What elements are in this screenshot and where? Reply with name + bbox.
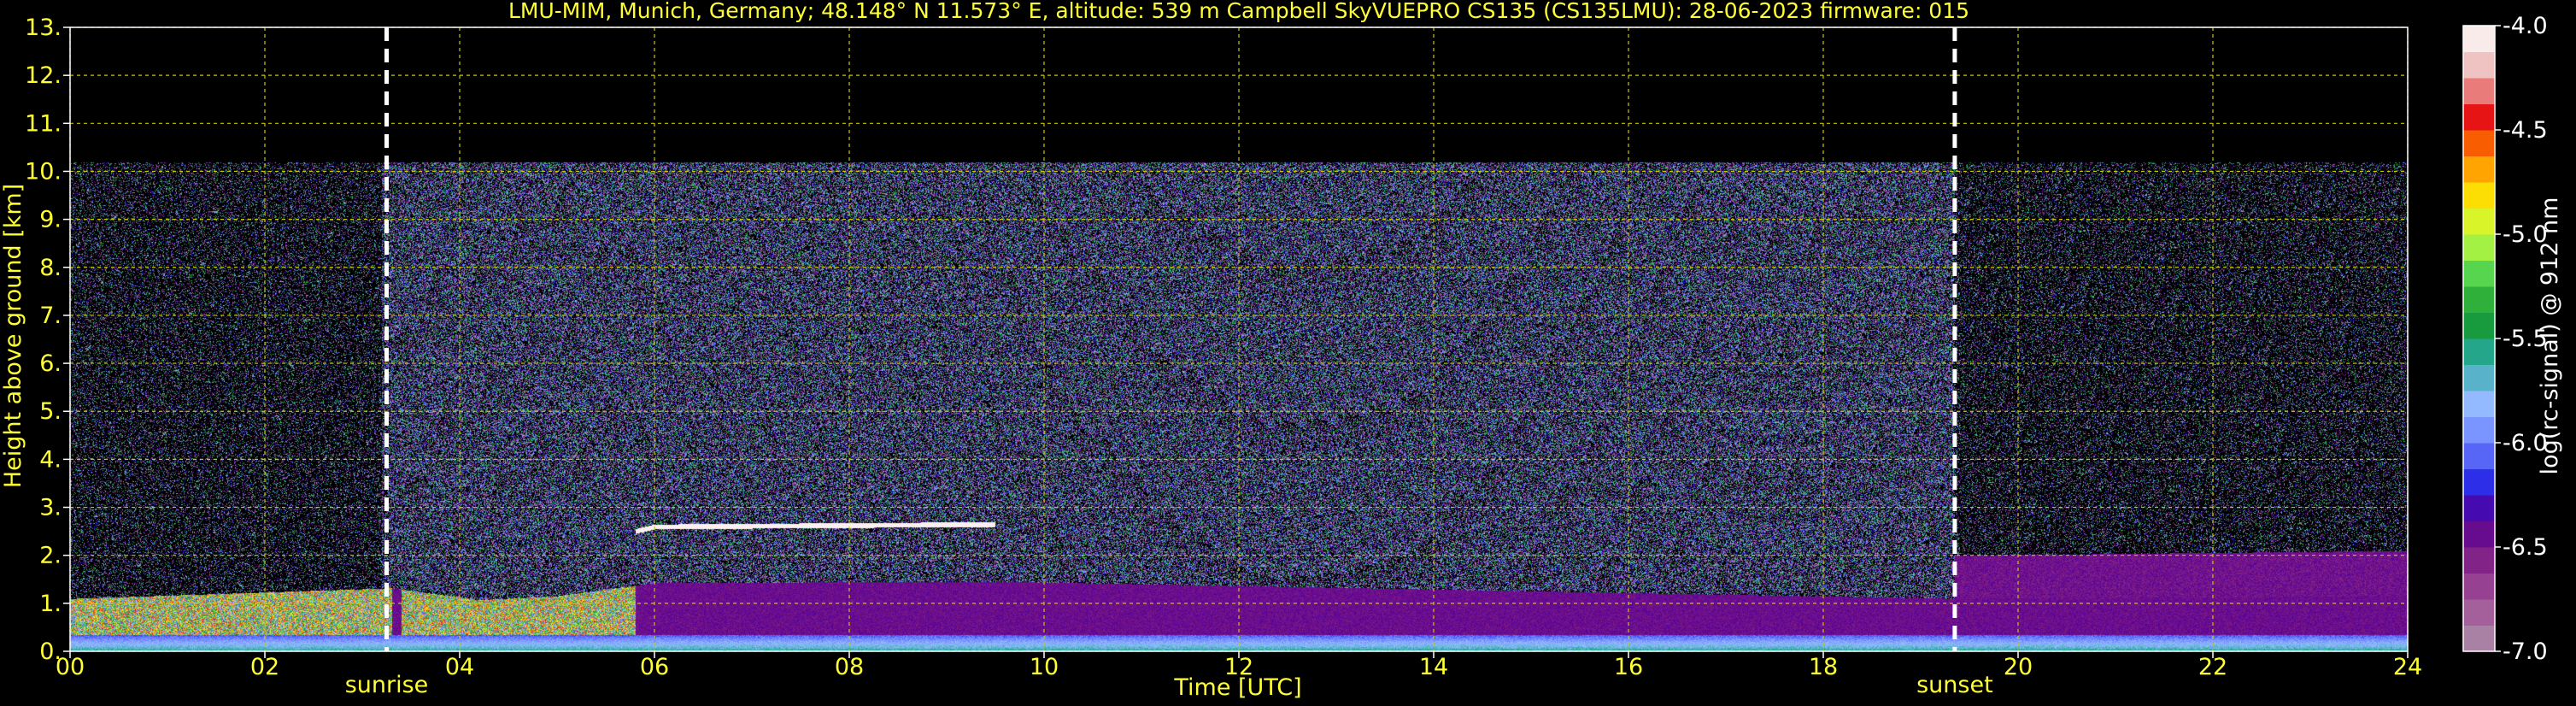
y-axis-label: Height above ground [km] [0, 184, 26, 488]
colorbar-segment [2463, 599, 2495, 626]
colorbar-tick-label: -4.5 [2503, 117, 2548, 144]
colorbar-segment [2463, 468, 2495, 496]
colorbar-segment [2463, 234, 2495, 261]
y-tick-label: 9. [39, 207, 62, 233]
backscatter-raster [70, 27, 2408, 651]
colorbar-segment [2463, 364, 2495, 391]
y-tick-label: 7. [39, 303, 62, 329]
x-tick-label: 10 [1030, 654, 1059, 680]
x-tick-label: 14 [1419, 654, 1448, 680]
colorbar-segment [2463, 103, 2495, 131]
y-tick-label: 6. [39, 350, 62, 377]
colorbar-tick-label: -4.0 [2503, 13, 2548, 39]
y-tick-label: 1. [39, 591, 62, 617]
y-tick-label: 3. [39, 495, 62, 521]
x-tick-label: 04 [445, 654, 474, 680]
colorbar-segment [2463, 521, 2495, 548]
colorbar-segment [2463, 156, 2495, 183]
y-tick-label: 13. [25, 15, 62, 41]
x-tick-label: 06 [640, 654, 669, 680]
colorbar-segment [2463, 208, 2495, 235]
marker-label-sunrise: sunrise [345, 672, 429, 698]
colorbar-label: log(rc-signal) @ 912 nm [2537, 197, 2563, 475]
colorbar-segment [2463, 78, 2495, 104]
y-tick-label: 4. [39, 446, 62, 473]
colorbar-tick-label: -6.5 [2503, 534, 2548, 561]
colorbar-segment [2463, 286, 2495, 313]
colorbar-segment [2463, 573, 2495, 600]
x-tick-label: 02 [250, 654, 279, 680]
x-tick-label: 24 [2393, 654, 2422, 680]
chart-title: LMU-MIM, Munich, Germany; 48.148° N 11.5… [508, 0, 1969, 23]
x-tick-label: 16 [1614, 654, 1643, 680]
y-tick-label: 0. [39, 638, 62, 665]
colorbar-segment [2463, 391, 2495, 417]
y-tick-label: 5. [39, 398, 62, 425]
y-tick-label: 11. [25, 110, 62, 137]
colorbar-segment [2463, 130, 2495, 156]
colorbar-segment [2463, 51, 2495, 79]
colorbar-segment [2463, 547, 2495, 574]
ceilometer-chart: LMU-MIM, Munich, Germany; 48.148° N 11.5… [0, 0, 2576, 706]
y-tick-label: 12. [25, 62, 62, 89]
y-tick-label: 2. [39, 543, 62, 569]
colorbar-segment [2463, 338, 2495, 365]
x-axis-label: Time [UTC] [1173, 674, 1301, 701]
colorbar-segment [2463, 416, 2495, 444]
colorbar-segment [2463, 495, 2495, 521]
x-tick-label: 22 [2198, 654, 2227, 680]
colorbar-tick-label: -7.0 [2503, 638, 2548, 665]
colorbar-segment [2463, 312, 2495, 339]
x-tick-label: 20 [2004, 654, 2033, 680]
marker-label-sunset: sunset [1916, 672, 1993, 698]
y-tick-label: 10. [25, 158, 62, 185]
colorbar-segment [2463, 625, 2495, 652]
colorbar-segment [2463, 182, 2495, 209]
plot-area [70, 27, 2408, 651]
x-tick-label: 18 [1809, 654, 1838, 680]
x-tick-label: 08 [835, 654, 864, 680]
colorbar-segment [2463, 26, 2495, 52]
colorbar-segment [2463, 260, 2495, 287]
y-tick-label: 8. [39, 255, 62, 281]
colorbar-segment [2463, 443, 2495, 469]
